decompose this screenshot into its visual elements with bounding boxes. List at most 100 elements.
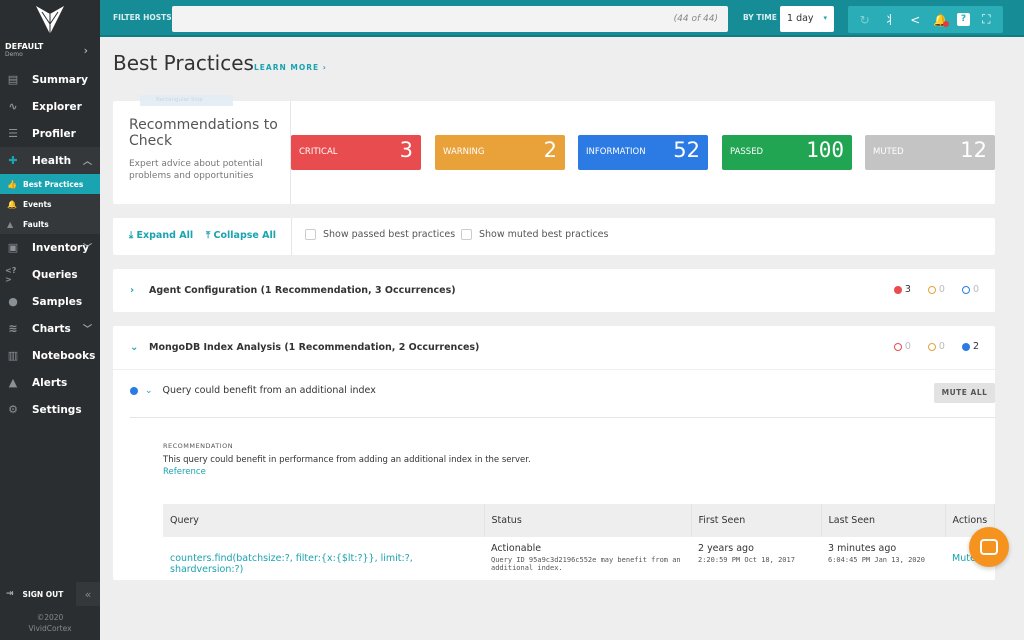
sidebar-subitem-faults[interactable]: ▲ Faults [0, 214, 100, 234]
query-cell: counters.find(batchsize:?, filter:{x:{$l… [163, 537, 484, 577]
filter-hosts-label: FILTER HOSTS [113, 13, 172, 22]
expand-icon: ⤓ [129, 230, 137, 241]
sidebar-item-inventory[interactable]: ▣ Inventory ﹀ [0, 234, 100, 261]
occurrences-table: Query Status First Seen Last Seen Action… [163, 504, 995, 577]
fullscreen-icon[interactable]: ⛶ [977, 12, 995, 27]
recommendation-row[interactable]: ⌄ Query could benefit from an additional … [130, 385, 376, 396]
show-passed-checkbox[interactable]: Show passed best practices [305, 229, 455, 240]
sidebar-item-label: Health [32, 154, 72, 167]
sidebar-subitem-events[interactable]: 🔔 Events [0, 194, 100, 214]
wave-icon: ≋ [8, 322, 18, 335]
show-muted-checkbox[interactable]: Show muted best practices [461, 229, 608, 240]
sidebar-item-profiler[interactable]: ☰ Profiler [0, 120, 100, 147]
sidebar-item-explorer[interactable]: ∿ Explorer [0, 93, 100, 120]
status-detail: Query ID 95a9c3d2196c552e may benefit fr… [491, 556, 681, 572]
expand-all-label: Expand All [136, 230, 194, 241]
tile-label: MUTED [873, 147, 904, 157]
tile-critical[interactable]: CRITICAL 3 [291, 135, 421, 170]
sidebar-item-charts[interactable]: ≋ Charts ﹀ [0, 315, 100, 342]
section-title: Agent Configuration (1 Recommendation, 3… [149, 285, 456, 296]
tile-value: 100 [806, 138, 844, 162]
last-seen-relative: 3 minutes ago [828, 543, 897, 554]
tile-value: 52 [673, 138, 700, 162]
column-header-first-seen[interactable]: First Seen [691, 504, 822, 537]
chat-icon [980, 539, 998, 555]
chevron-down-icon: ﹀ [82, 325, 92, 335]
sidebar-item-alerts[interactable]: ▲ Alerts [0, 369, 100, 396]
server-icon: ▣ [7, 241, 19, 254]
column-header-query[interactable]: Query [163, 504, 485, 537]
sidebar-item-queries[interactable]: <?> Queries [0, 261, 100, 288]
chevron-right-icon: › [130, 285, 135, 296]
chat-launcher-button[interactable] [969, 527, 1009, 567]
sign-out-bar: ⇥ SIGN OUT « [0, 582, 100, 606]
gear-icon: ⚙ [8, 403, 18, 416]
tile-information[interactable]: INFORMATION 52 [578, 135, 708, 170]
reference-link[interactable]: Reference [163, 467, 531, 477]
section-header[interactable]: › Agent Configuration (1 Recommendation, … [113, 269, 995, 312]
learn-more-link[interactable]: LEARN MORE › [254, 63, 327, 72]
section-mongodb-index-analysis: ⌄ MongoDB Index Analysis (1 Recommendatio… [113, 326, 995, 580]
sidebar-item-label: Queries [32, 268, 78, 281]
sidebar-subitem-best-practices[interactable]: 👍 Best Practices [0, 174, 100, 194]
help-icon[interactable]: ? [956, 13, 970, 26]
chevron-up-icon: ︿ [82, 157, 92, 167]
time-range-select[interactable]: 1 day ▾ [780, 6, 834, 32]
notification-dot [942, 20, 949, 27]
sidebar-item-notebooks[interactable]: ▥ Notebooks [0, 342, 100, 369]
controls-bar: ⤓ Expand All ⤒ Collapse All Show passed … [113, 218, 995, 255]
warning-count: 0 [927, 341, 945, 352]
checkbox[interactable] [461, 229, 472, 240]
collapse-all-button[interactable]: ⤒ Collapse All [206, 230, 276, 241]
status-cell: Actionable Query ID 95a9c3d2196c552e may … [484, 537, 691, 577]
tile-label: WARNING [443, 147, 485, 157]
recommendation-heading: RECOMMENDATION [163, 442, 234, 450]
section-agent-configuration: › Agent Configuration (1 Recommendation, … [113, 269, 995, 312]
share-icon[interactable]: < [906, 13, 924, 27]
query-link[interactable]: counters.find(batchsize:?, filter:{x:{$l… [170, 553, 484, 575]
tile-passed[interactable]: PASSED 100 [722, 135, 852, 170]
section-header[interactable]: ⌄ MongoDB Index Analysis (1 Recommendatio… [113, 326, 995, 369]
warning-icon: ▲ [8, 376, 18, 389]
bell-icon[interactable]: 🔔 [932, 13, 950, 27]
warning-count: 0 [927, 284, 945, 295]
notebook-icon: ▥ [7, 349, 19, 362]
sidebar-item-settings[interactable]: ⚙ Settings [0, 396, 100, 423]
section-title: MongoDB Index Analysis (1 Recommendation… [149, 342, 480, 353]
sidebar-item-samples[interactable]: ● Samples [0, 288, 100, 315]
mute-all-button[interactable]: MUTE ALL [934, 383, 995, 403]
column-header-last-seen[interactable]: Last Seen [821, 504, 946, 537]
sidebar-item-summary[interactable]: ▤ Summary [0, 66, 100, 93]
collapse-icon: ⤒ [206, 230, 214, 241]
page-title: Best Practices [113, 51, 254, 75]
vividcortex-logo[interactable] [0, 0, 100, 40]
tile-label: PASSED [730, 147, 764, 157]
sidebar-item-health[interactable]: ✚ Health ︿ [0, 147, 100, 174]
sidebar-item-label: Explorer [32, 100, 82, 113]
sidebar: DEFAULT Demo › ▤ Summary ∿ Explorer ☰ Profi… [0, 0, 100, 640]
summary-icon: ▤ [7, 73, 19, 86]
environment-selector[interactable]: DEFAULT Demo › [0, 40, 100, 66]
tile-warning[interactable]: WARNING 2 [435, 135, 565, 170]
expand-all-button[interactable]: ⤓ Expand All [129, 230, 193, 241]
filter-hosts-input[interactable]: (44 of 44) [172, 6, 728, 32]
recommendation-body: This query could benefit in performance … [163, 455, 531, 465]
pulse-icon[interactable]: ⺦ [881, 11, 899, 28]
count-value: 0 [938, 341, 945, 352]
copyright-year: ©2020 [36, 613, 64, 622]
divider [130, 417, 995, 418]
critical-count: 3 [893, 284, 911, 295]
status-text: Actionable [491, 543, 542, 554]
thumbs-up-icon: 👍 [7, 179, 17, 189]
collapse-sidebar-button[interactable]: « [76, 582, 100, 606]
sign-out-button[interactable]: ⇥ SIGN OUT [0, 582, 76, 606]
checkbox[interactable] [305, 229, 316, 240]
recommendations-card: Recommendations to Check Expert advice a… [113, 101, 995, 204]
sidebar-item-label: Charts [32, 322, 71, 335]
refresh-icon[interactable]: ↻ [856, 13, 874, 27]
info-count: 0 [961, 284, 979, 295]
column-header-status[interactable]: Status [484, 504, 692, 537]
first-seen-relative: 2 years ago [698, 543, 754, 554]
bell-icon: 🔔 [7, 199, 17, 209]
tile-muted[interactable]: MUTED 12 [865, 135, 995, 170]
